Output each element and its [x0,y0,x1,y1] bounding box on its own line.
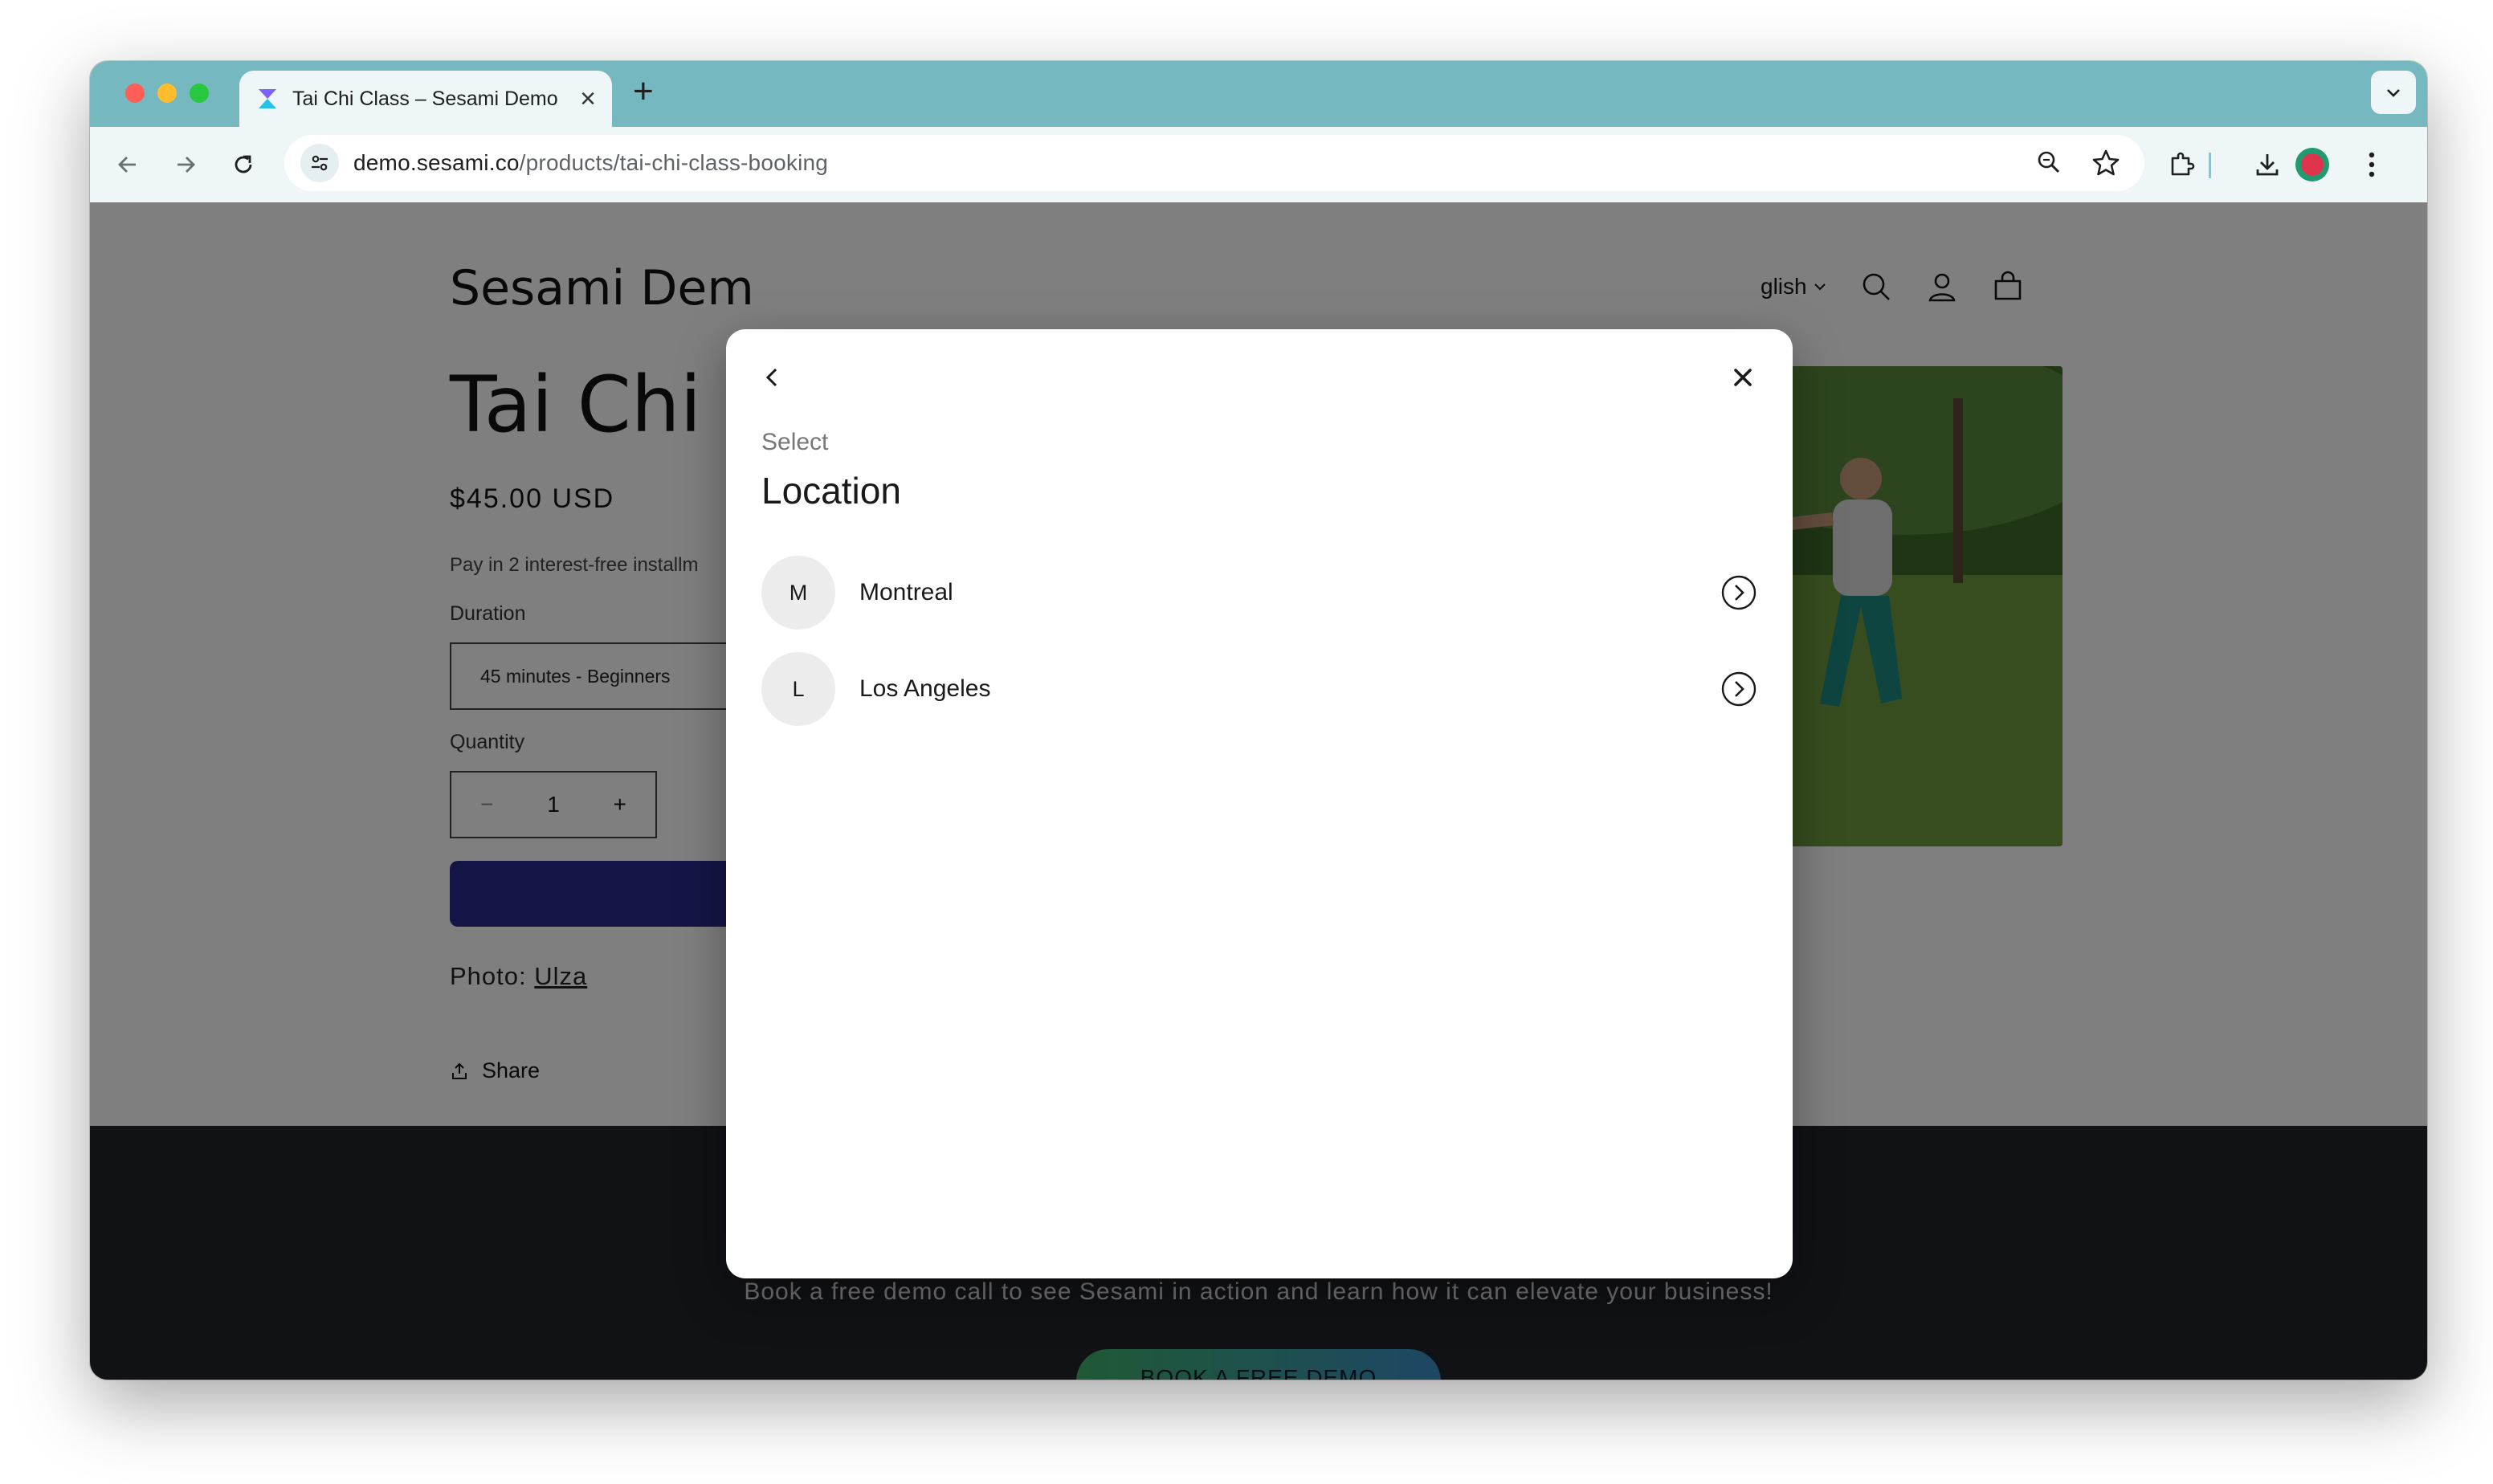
location-select-button[interactable] [1720,671,1757,707]
omnibox-actions [2032,145,2124,181]
tab-strip: Tai Chi Class – Sesami Demo × + [90,61,2427,127]
location-avatar: L [761,652,835,726]
location-avatar: M [761,556,835,630]
reload-icon [235,155,252,173]
chevron-right-circle-icon [1721,671,1757,707]
url-text: demo.sesami.co/products/tai-chi-class-bo… [353,150,828,176]
modal-title: Location [761,470,901,512]
tab-search-button[interactable] [2371,71,2416,114]
close-window-button[interactable] [125,84,145,103]
zoom-icon[interactable] [2032,145,2067,181]
maximize-window-button[interactable] [190,84,209,103]
close-button[interactable] [1725,360,1761,395]
location-modal: Select Location M Montreal L Los Angeles [726,329,1793,1278]
profile-avatar[interactable] [2295,148,2329,181]
chevron-down-icon [2387,89,2400,97]
downloads-button[interactable] [2250,148,2284,181]
address-bar[interactable]: demo.sesami.co/products/tai-chi-class-bo… [284,135,2144,191]
modal-eyebrow: Select [761,429,829,455]
back-button[interactable] [755,360,790,395]
active-tab[interactable]: Tai Chi Class – Sesami Demo × [239,71,612,127]
url-domain: demo.sesami.co [353,150,520,175]
browser-toolbar: demo.sesami.co/products/tai-chi-class-bo… [90,127,2427,202]
location-item-los-angeles[interactable]: L Los Angeles [761,641,1757,737]
tune-icon [312,155,328,171]
arrow-left-icon [118,157,136,173]
download-icon [2256,154,2279,176]
browser-menu-button[interactable] [2355,148,2389,181]
back-button[interactable] [111,148,145,181]
arrow-right-icon [177,157,195,173]
browser-window: Tai Chi Class – Sesami Demo × + demo.ses… [90,61,2427,1380]
tab-title: Tai Chi Class – Sesami Demo [292,87,558,110]
extensions-button[interactable] [2165,148,2199,181]
url-path: /products/tai-chi-class-booking [519,150,829,175]
location-name: Montreal [859,579,953,605]
toolbar-separator [2209,153,2211,178]
profile-avatar-image [2301,153,2324,176]
location-item-montreal[interactable]: M Montreal [761,544,1757,641]
forward-button[interactable] [169,148,202,181]
reload-button[interactable] [226,148,260,181]
tab-close-icon[interactable]: × [580,85,596,112]
minimize-window-button[interactable] [157,84,177,103]
bookmark-star-icon[interactable] [2088,145,2124,181]
chevron-right-circle-icon [1721,575,1757,610]
location-list: M Montreal L Los Angeles [761,544,1757,737]
location-select-button[interactable] [1720,574,1757,611]
location-name: Los Angeles [859,675,991,702]
page-viewport: Sesami Dem glish Tai Chi ( $45.00 USD Pa… [90,202,2427,1380]
sesami-favicon-icon [259,89,276,108]
puzzle-icon [2171,152,2195,176]
site-info-button[interactable] [300,144,339,182]
new-tab-button[interactable]: + [633,74,654,109]
close-icon [1734,369,1752,386]
kebab-menu-icon [2369,152,2375,177]
chevron-left-icon [765,368,777,387]
